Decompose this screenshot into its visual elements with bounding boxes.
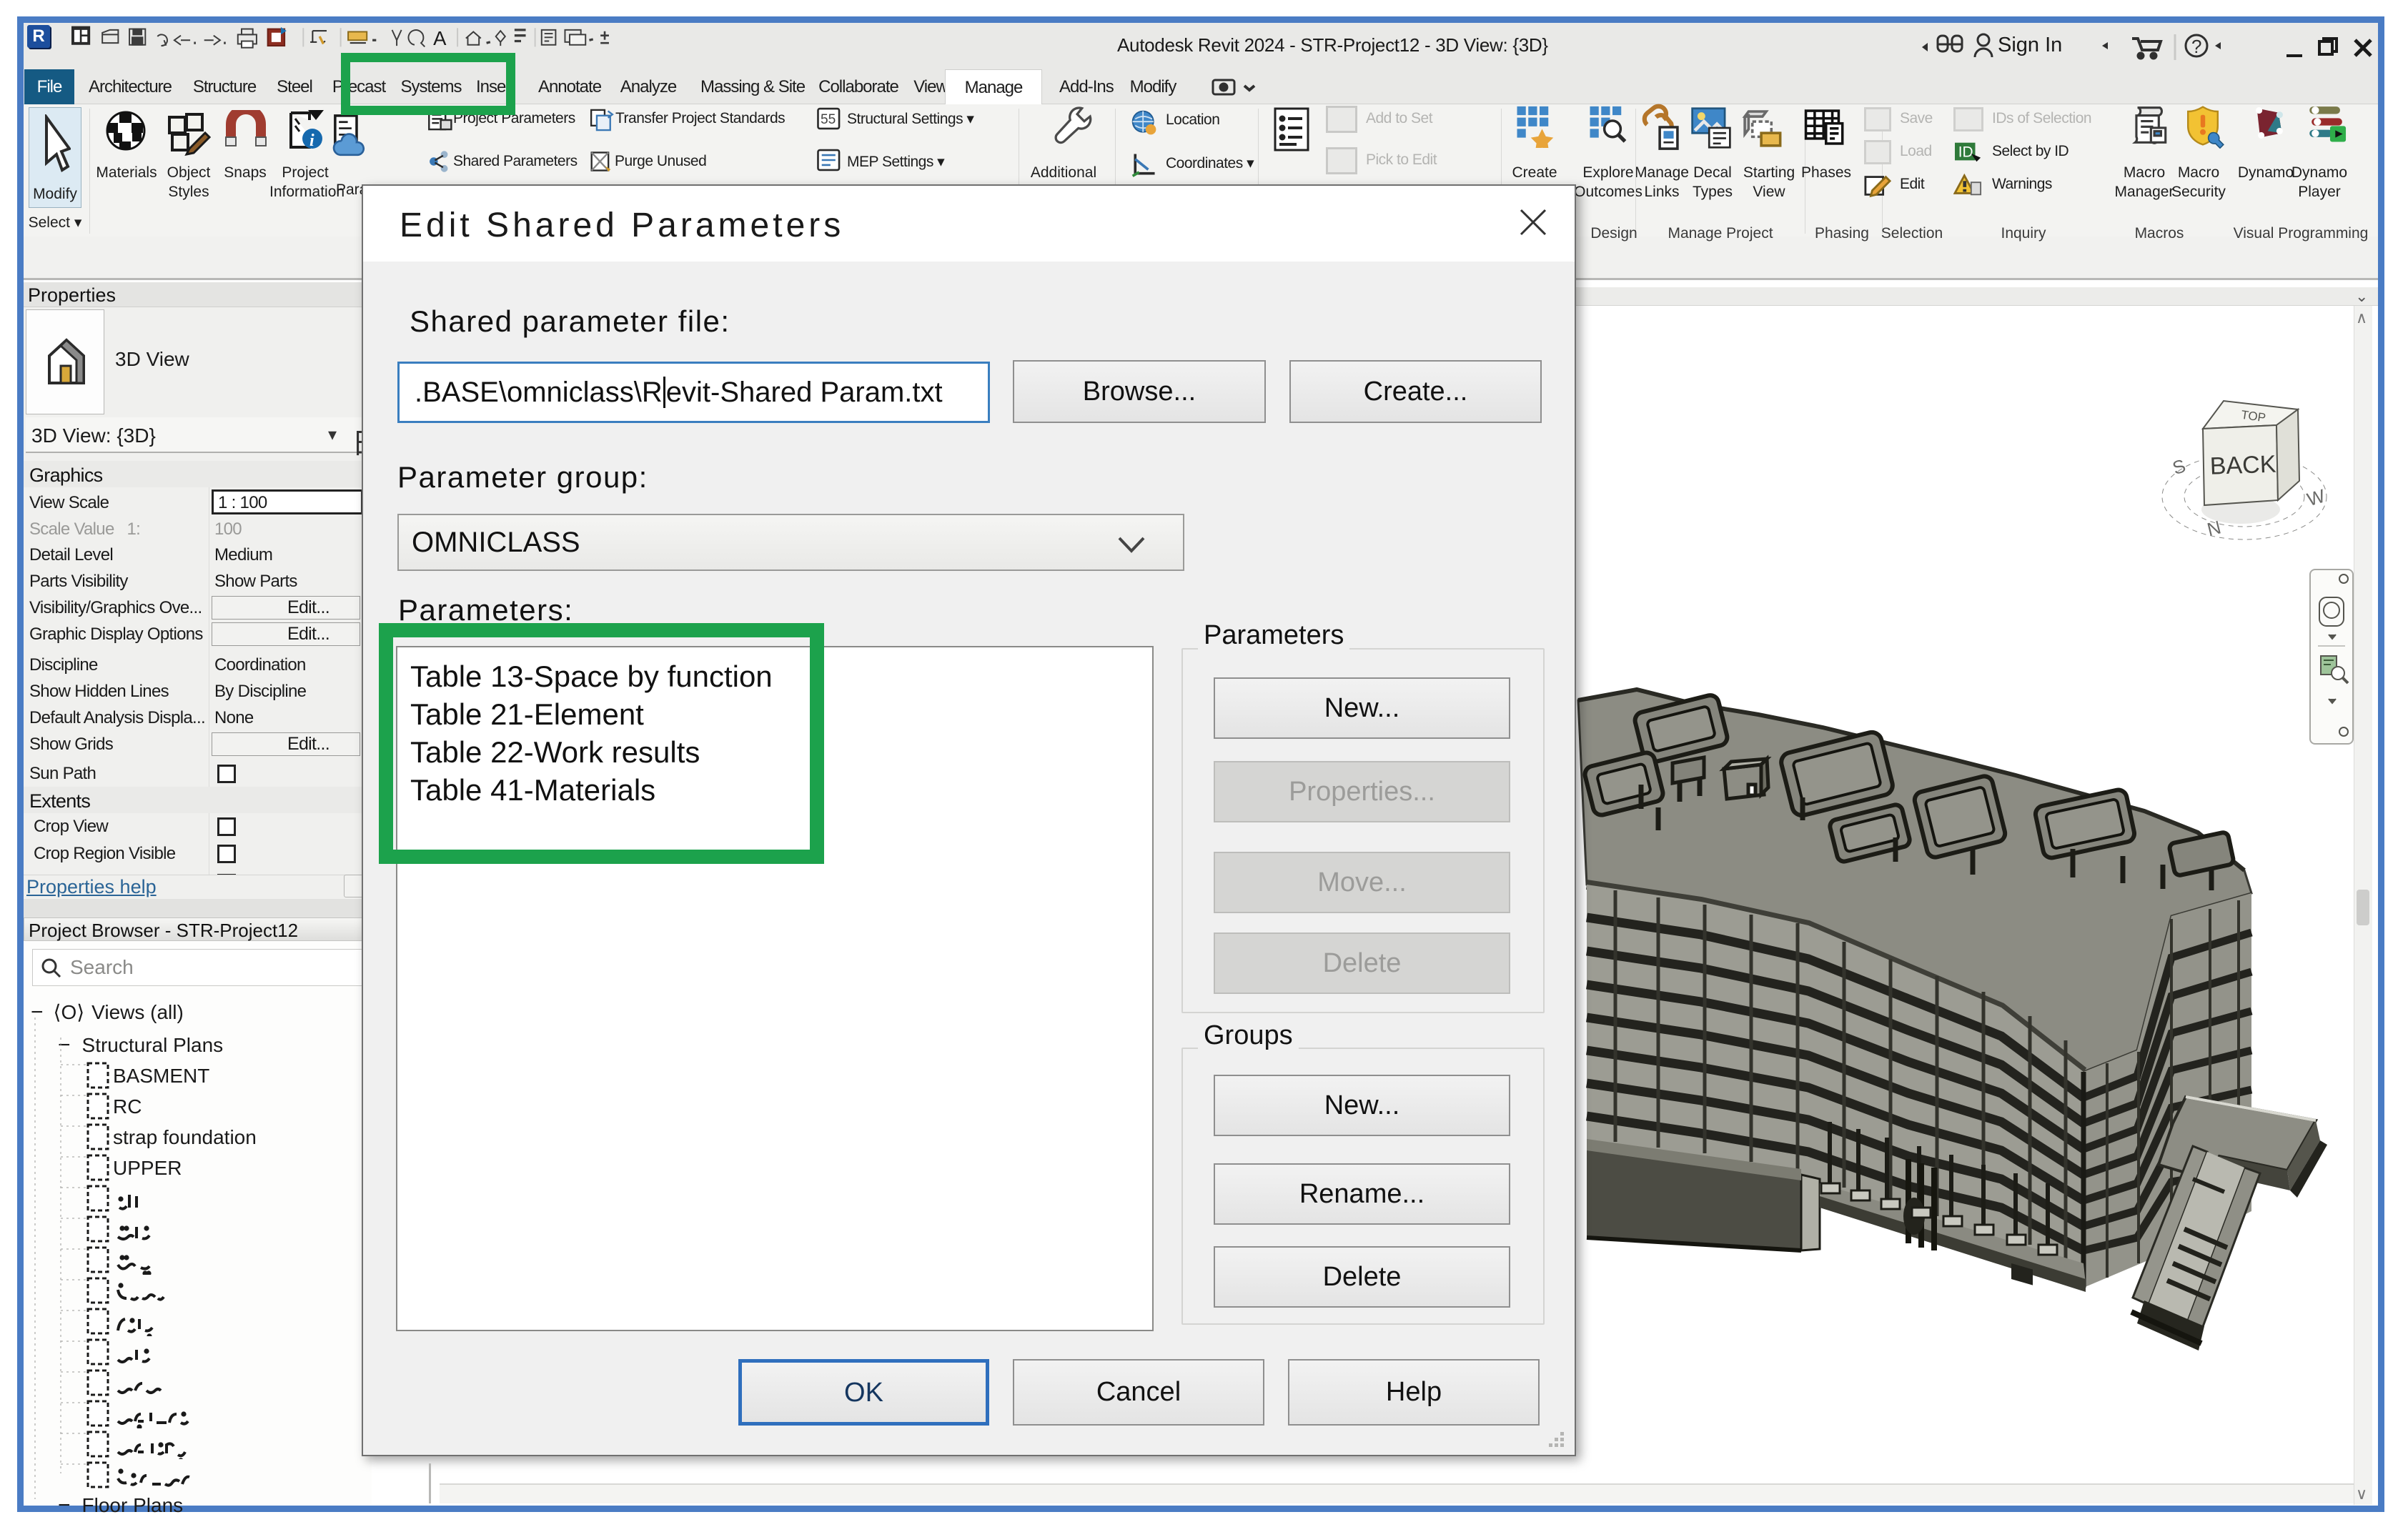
svg-text:A: A bbox=[433, 27, 447, 49]
svg-text:ID: ID bbox=[1958, 144, 1973, 161]
svg-text:BACK: BACK bbox=[2209, 451, 2276, 480]
svg-text:Sign In: Sign In bbox=[1998, 34, 2062, 56]
svg-text:?: ? bbox=[2191, 36, 2201, 57]
svg-text:55: 55 bbox=[821, 112, 836, 127]
svg-text:i: i bbox=[309, 131, 314, 150]
